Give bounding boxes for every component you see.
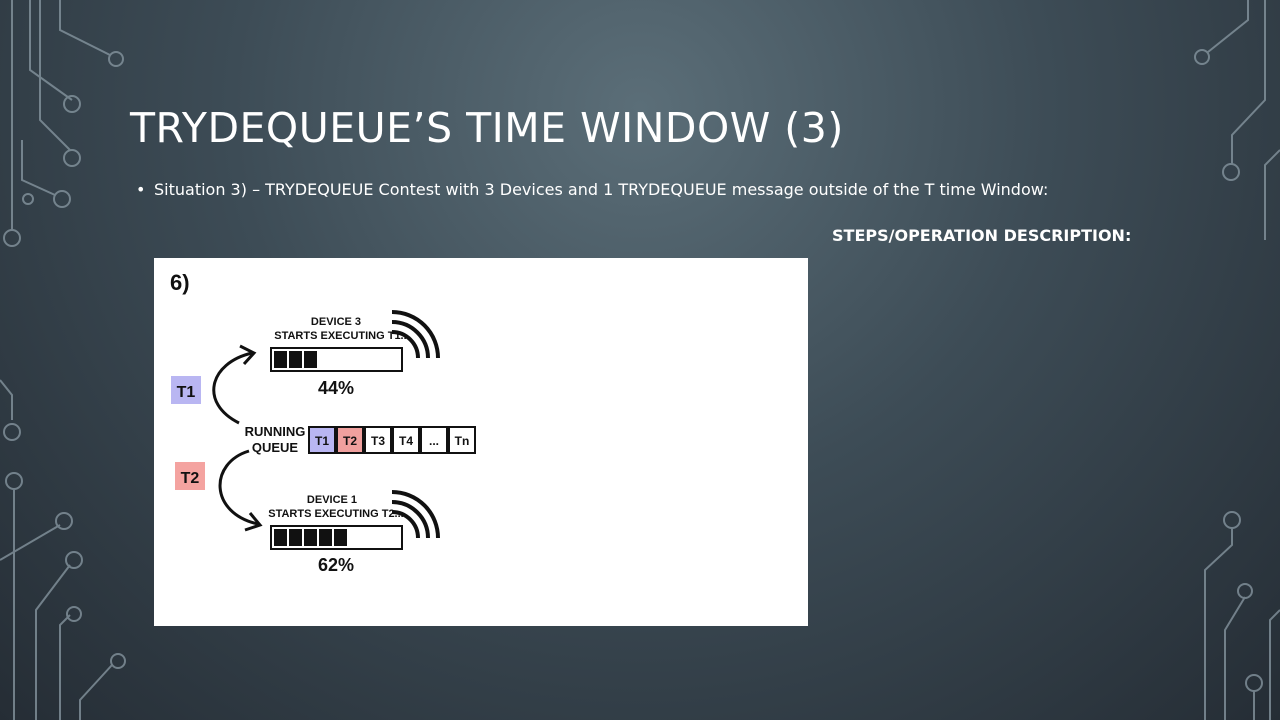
queue-diagram: 6) DEVICE 3 STARTS EXECUTING T1... 44% T… <box>170 270 476 575</box>
progress-segment <box>319 529 332 546</box>
progress-segment <box>304 529 317 546</box>
queue-cell: T3 <box>364 426 392 454</box>
bullet-text: Situation 3) – TRYDEQUEUE Contest with 3… <box>154 180 1049 199</box>
progress-bar-bottom <box>270 525 403 550</box>
slide-title: TRYDEQUEUE’S TIME WINDOW (3) <box>130 104 844 152</box>
queue-cell: ... <box>420 426 448 454</box>
device-bottom-percent: 62% <box>318 555 354 575</box>
task-t1-tag-label: T1 <box>177 384 196 401</box>
progress-segment <box>274 529 287 546</box>
device-top-name: DEVICE 3 <box>311 316 361 328</box>
progress-segment <box>289 529 302 546</box>
diagram-panel: 6) DEVICE 3 STARTS EXECUTING T1... 44% T… <box>154 258 808 626</box>
device-top-status: STARTS EXECUTING T1... <box>274 330 409 342</box>
progress-bottom-fill <box>274 529 347 546</box>
steps-heading: STEPS/OPERATION DESCRIPTION: <box>832 226 1132 245</box>
device-bottom-status: STARTS EXECUTING T2... <box>268 508 403 520</box>
queue-label-line1: RUNNING <box>245 424 306 439</box>
queue-label-line2: QUEUE <box>252 440 299 455</box>
queue-cell: Tn <box>448 426 476 454</box>
queue-cell: T2 <box>336 426 364 454</box>
task-t2-tag-label: T2 <box>181 470 200 487</box>
queue-cell-label: Tn <box>455 434 470 448</box>
step-label: 6) <box>170 270 190 295</box>
progress-segment <box>274 351 287 368</box>
arrow-down-icon <box>218 449 263 532</box>
progress-top-fill <box>274 351 317 368</box>
queue-cell-label: T4 <box>399 434 413 448</box>
device-top-percent: 44% <box>318 378 354 398</box>
queue-cell: T1 <box>308 426 336 454</box>
progress-bar-top <box>270 347 403 372</box>
queue-cell: T4 <box>392 426 420 454</box>
bullet-item: • Situation 3) – TRYDEQUEUE Contest with … <box>136 180 1048 199</box>
progress-segment <box>334 529 347 546</box>
progress-segment <box>289 351 302 368</box>
bullet-dot-icon: • <box>136 180 146 199</box>
running-queue: T1 T2 T3 T4... Tn <box>308 426 476 454</box>
arrow-up-icon <box>212 344 257 425</box>
queue-cell-label: T2 <box>343 434 357 448</box>
progress-segment <box>304 351 317 368</box>
queue-cell-label: T3 <box>371 434 385 448</box>
queue-cell-label: ... <box>429 434 439 448</box>
queue-cell-label: T1 <box>315 434 329 448</box>
device-bottom-name: DEVICE 1 <box>307 494 357 506</box>
